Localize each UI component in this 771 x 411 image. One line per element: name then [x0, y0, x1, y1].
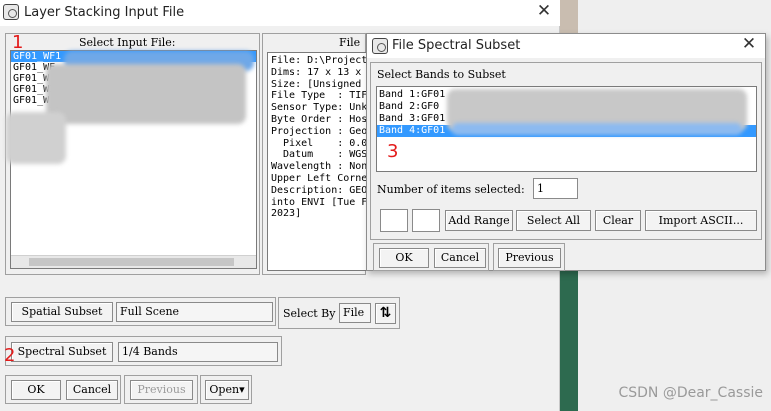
spatial-subset-group: Spatial Subset Full Scene	[5, 297, 276, 326]
select-all-button[interactable]: Select All	[516, 210, 591, 231]
spectral-subset-field: 1/4 Bands	[118, 342, 278, 362]
items-selected-label: Number of items selected:	[377, 183, 525, 196]
redaction-blur	[6, 112, 66, 164]
input-list-header: Select Input File:	[79, 36, 176, 49]
dialog-title: File Spectral Subset	[392, 38, 521, 53]
annotation-marker-2: 2	[4, 345, 16, 366]
dialog-ok-button[interactable]: OK	[379, 248, 429, 268]
window-title: Layer Stacking Input File	[24, 5, 185, 20]
file-info-line: 2023]	[271, 208, 302, 220]
file-spectral-subset-dialog: File Spectral Subset ✕ Select Bands to S…	[366, 33, 766, 271]
spatial-subset-button[interactable]: Spatial Subset	[11, 302, 113, 322]
select-by-group: Select By File ⇅	[278, 297, 400, 329]
annotation-marker-3: 3	[387, 141, 399, 162]
open-group: Open▾	[200, 375, 252, 404]
watermark: CSDN @Dear_Cassie	[618, 385, 763, 401]
sort-icon[interactable]: ⇅	[375, 303, 396, 324]
dialog-cancel-button[interactable]: Cancel	[434, 248, 486, 268]
file-info-line: Wavelength : Non	[271, 161, 367, 173]
dialog-title-bar: File Spectral Subset ✕	[367, 34, 765, 58]
previous-button[interactable]: Previous	[130, 380, 193, 400]
open-button[interactable]: Open▾	[205, 380, 249, 400]
redaction-blur	[452, 123, 742, 135]
file-info-header: File	[339, 36, 361, 49]
file-info-text: File: D:\Project Dims: 17 x 13 x Size: [Un…	[267, 52, 367, 271]
spectral-subset-group: Spectral Subset 1/4 Bands 2	[4, 336, 282, 366]
import-ascii-button[interactable]: Import ASCII...	[645, 210, 757, 231]
spatial-subset-field: Full Scene	[116, 302, 273, 322]
file-info-line: File: D:\Project	[271, 55, 367, 66]
input-file-group: Select Input File: GF01_WF1 GF01_WF GF01…	[5, 33, 260, 275]
file-info-line: Upper Left Corne	[271, 172, 367, 184]
ok-cancel-group: OK Cancel	[5, 375, 121, 404]
select-by-field[interactable]: File	[339, 303, 371, 323]
file-info-line: Datum : WGS	[271, 149, 367, 161]
file-info-line: Projection : Geo	[271, 125, 367, 137]
add-range-button[interactable]: Add Range	[445, 210, 513, 231]
background-strip-green	[560, 260, 578, 411]
file-info-line: File Type : TIF	[271, 90, 367, 102]
horizontal-scrollbar[interactable]	[11, 255, 256, 268]
file-info-line: into ENVI [Tue F	[271, 196, 367, 208]
clear-button[interactable]: Clear	[595, 210, 641, 231]
file-info-line: Size: [Unsigned	[271, 78, 362, 90]
app-icon	[372, 38, 388, 54]
file-info-line: Description: GEO	[271, 184, 367, 196]
file-info-line: Byte Order : Hos	[271, 113, 367, 125]
file-info-line: Sensor Type: Unk	[271, 102, 367, 114]
range-end-input[interactable]	[412, 209, 440, 232]
open-label: Open	[209, 383, 240, 396]
previous-group: Previous	[124, 375, 198, 404]
dialog-ok-cancel-group: OK Cancel	[373, 243, 489, 271]
close-icon[interactable]: ✕	[737, 36, 761, 56]
annotation-marker-1: 1	[12, 32, 24, 53]
scrollbar-thumb[interactable]	[29, 258, 234, 266]
dropdown-arrow-icon: ▾	[239, 383, 245, 396]
close-icon[interactable]: ✕	[532, 3, 556, 23]
redaction-blur	[46, 64, 246, 124]
file-info-line: Dims: 17 x 13 x	[271, 66, 362, 78]
cancel-button[interactable]: Cancel	[66, 380, 118, 400]
file-info-line: Pixel : 0.0	[271, 137, 367, 149]
file-info-group: File File: D:\Project Dims: 17 x 13 x Size…	[262, 33, 367, 275]
select-bands-label: Select Bands to Subset	[377, 68, 506, 81]
range-start-input[interactable]	[380, 209, 408, 232]
spectral-subset-button[interactable]: Spectral Subset	[11, 342, 113, 362]
band-selection-group: Select Bands to Subset Band 1:GF01 Band …	[370, 62, 762, 240]
title-bar: Layer Stacking Input File ✕	[0, 0, 560, 26]
select-by-label: Select By	[283, 307, 336, 320]
ok-button[interactable]: OK	[11, 380, 61, 400]
items-selected-count: 1	[533, 178, 578, 199]
band-list[interactable]: Band 1:GF01 Band 2:GF0 Band 3:GF01 Band …	[376, 86, 757, 172]
dialog-previous-button[interactable]: Previous	[498, 248, 561, 268]
app-icon	[3, 4, 19, 20]
dialog-previous-group: Previous	[493, 243, 565, 271]
